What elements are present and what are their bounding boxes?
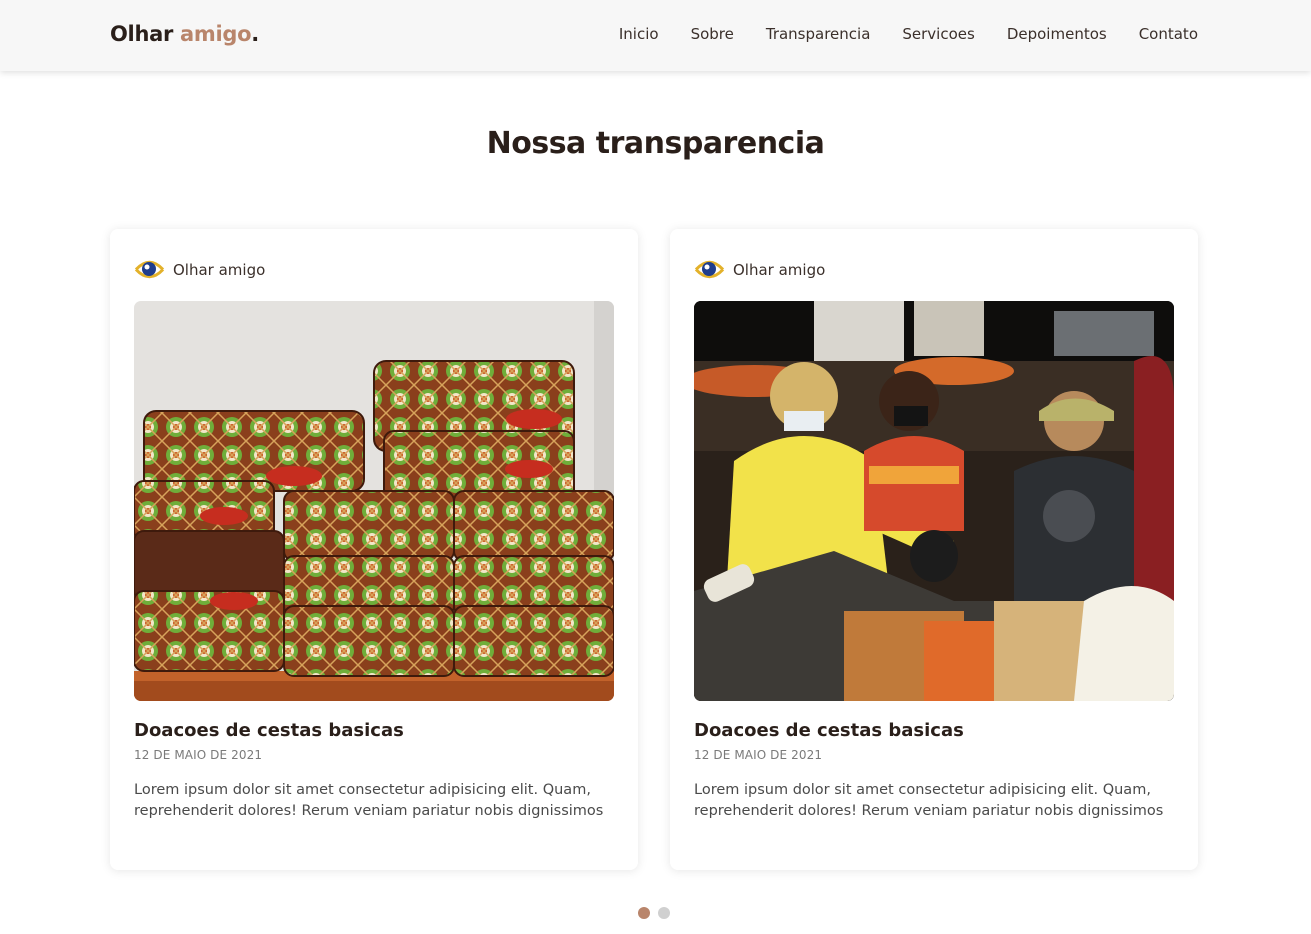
post-title[interactable]: Doacoes de cestas basicas (694, 720, 964, 741)
post-date: 12 DE MAIO DE 2021 (694, 748, 823, 762)
nav-link-transparencia[interactable]: Transparencia (766, 25, 871, 43)
food-bags-photo (134, 301, 614, 701)
carousel-dot-2[interactable] (658, 907, 670, 919)
post-excerpt: Lorem ipsum dolor sit amet consectetur a… (694, 782, 1164, 819)
eye-logo-icon (694, 255, 725, 284)
post-author: Olhar amigo (694, 254, 825, 285)
post-excerpt: Lorem ipsum dolor sit amet consectetur a… (134, 782, 604, 819)
nav-link-sobre[interactable]: Sobre (691, 25, 734, 43)
post-author-name: Olhar amigo (733, 260, 826, 279)
post-author-name: Olhar amigo (173, 260, 266, 279)
site-logo[interactable]: Olhar amigo. (110, 22, 259, 46)
carousel-dot-1[interactable] (638, 907, 650, 919)
post-image[interactable] (134, 301, 614, 701)
main-nav: Inicio Sobre Transparencia Servicoes Dep… (619, 25, 1198, 43)
nav-link-servicoes[interactable]: Servicoes (902, 25, 974, 43)
eye-logo-icon (134, 255, 165, 284)
carousel-pagination (638, 907, 670, 919)
night-distribution-photo (694, 301, 1174, 701)
post-date: 12 DE MAIO DE 2021 (134, 748, 263, 762)
logo-text: Olhar (110, 22, 174, 46)
nav-link-inicio[interactable]: Inicio (619, 25, 659, 43)
section-title: Nossa transparencia (486, 126, 825, 162)
post-card[interactable]: Olhar amigo Doacoes de cestas basicas 12… (110, 229, 638, 870)
nav-link-depoimentos[interactable]: Depoimentos (1007, 25, 1107, 43)
post-card[interactable]: Olhar amigo Doacoes de cestas basicas 12… (670, 229, 1198, 870)
nav-link-contato[interactable]: Contato (1139, 25, 1198, 43)
post-title[interactable]: Doacoes de cestas basicas (134, 720, 404, 741)
post-author: Olhar amigo (134, 254, 265, 285)
post-image[interactable] (694, 301, 1174, 701)
site-header: Olhar amigo. Inicio Sobre Transparencia … (0, 0, 1311, 71)
logo-accent-text: amigo (180, 22, 252, 46)
logo-dot: . (251, 22, 259, 46)
